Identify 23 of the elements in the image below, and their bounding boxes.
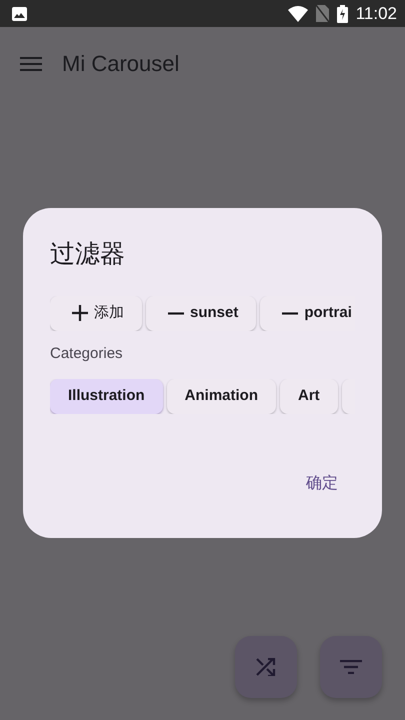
image-icon bbox=[12, 6, 27, 20]
section-label: Categories bbox=[50, 344, 124, 364]
dialog-title: 过滤器 bbox=[50, 239, 126, 270]
tag-chip[interactable]: sunset bbox=[146, 296, 256, 330]
category-chip[interactable]: Animation bbox=[166, 379, 276, 414]
minus-icon bbox=[168, 312, 184, 314]
add-tag-chip[interactable]: 添加 bbox=[50, 296, 142, 330]
shuffle-button[interactable] bbox=[235, 636, 297, 698]
plus-icon bbox=[72, 305, 88, 321]
minus-icon bbox=[282, 312, 298, 314]
filter-icon bbox=[340, 660, 362, 674]
category-chip[interactable]: Art bbox=[280, 379, 338, 414]
clock-time: 11:02 bbox=[356, 2, 397, 25]
tag-chip[interactable]: portrai bbox=[260, 296, 355, 330]
filter-button[interactable] bbox=[320, 636, 382, 698]
shuffle-icon bbox=[256, 658, 276, 676]
confirm-button[interactable]: 确定 bbox=[306, 472, 338, 496]
wifi-icon bbox=[288, 6, 308, 22]
category-chip[interactable]: Illustration bbox=[50, 379, 163, 414]
app-title: Mi Carousel bbox=[62, 50, 180, 78]
menu-icon[interactable] bbox=[20, 56, 42, 72]
battery-charging-icon bbox=[336, 4, 348, 22]
no-sim-icon bbox=[316, 5, 329, 22]
